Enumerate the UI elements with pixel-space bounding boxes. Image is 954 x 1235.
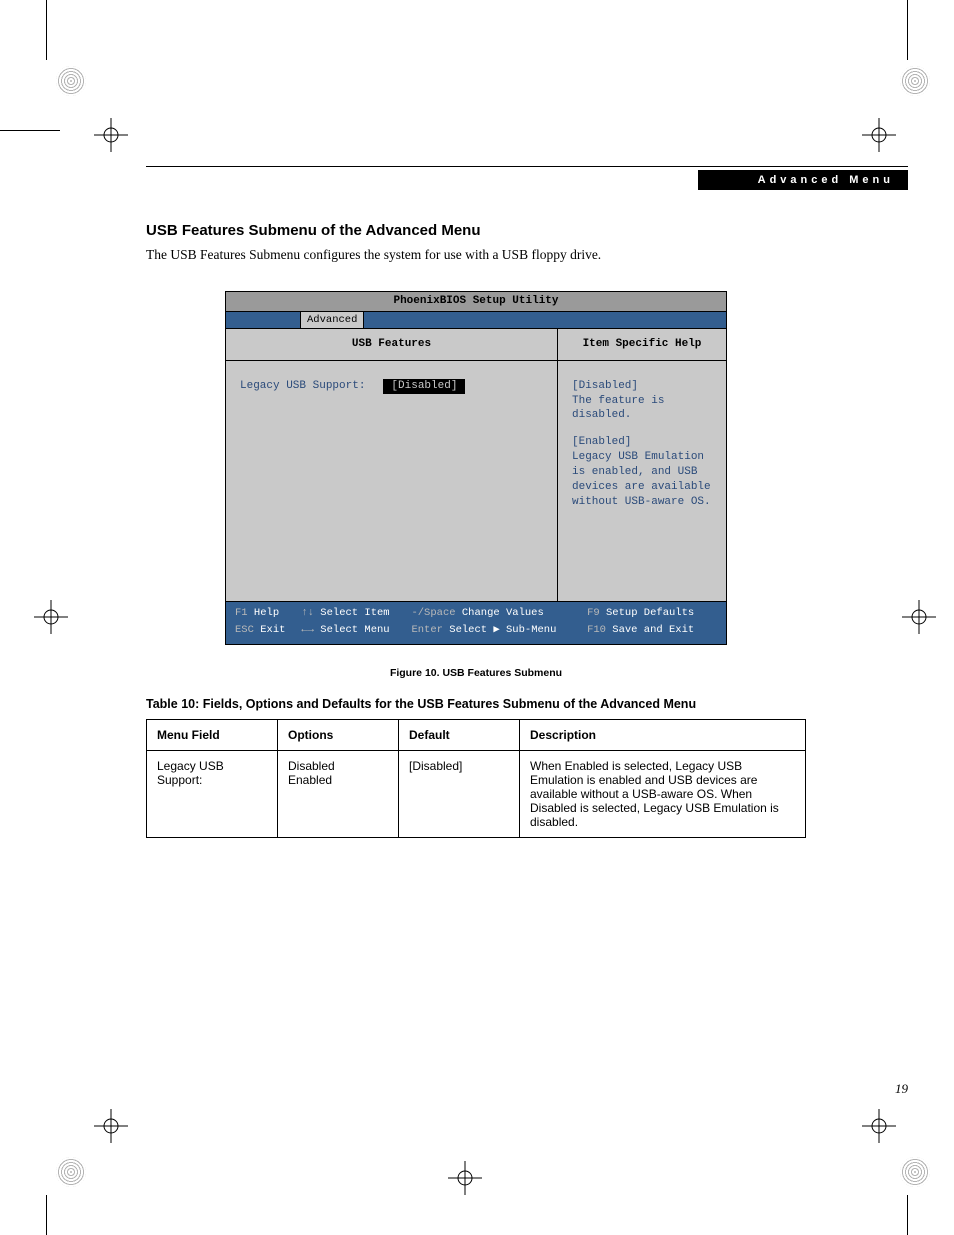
header-rule bbox=[146, 166, 908, 167]
help-line: The feature is disabled. bbox=[572, 394, 712, 424]
crosshair-icon bbox=[862, 1109, 896, 1143]
key-action: Select ▶ Sub-Menu bbox=[449, 624, 556, 636]
bios-right-header: Item Specific Help bbox=[558, 329, 726, 361]
key-action: Select Menu bbox=[320, 624, 389, 636]
bios-tab-bar: Advanced bbox=[226, 312, 726, 328]
crosshair-icon bbox=[902, 600, 936, 634]
key-hint: ESC bbox=[235, 624, 254, 636]
header-bar: Advanced Menu bbox=[698, 170, 908, 190]
content: USB Features Submenu of the Advanced Men… bbox=[146, 222, 806, 838]
bios-field-value: [Disabled] bbox=[383, 379, 465, 394]
table-row: Legacy USB Support: Disabled Enabled [Di… bbox=[147, 751, 806, 838]
reg-rosette bbox=[56, 66, 86, 96]
key-action: Change Values bbox=[462, 607, 544, 619]
key-hint: ↑↓ bbox=[301, 607, 314, 619]
page: Advanced Menu USB Features Submenu of th… bbox=[0, 0, 954, 1235]
key-hint: -/Space bbox=[411, 607, 455, 619]
reg-rosette bbox=[56, 1157, 86, 1187]
help-line: [Enabled] bbox=[572, 435, 712, 450]
bios-right-col: Item Specific Help [Disabled] The featur… bbox=[558, 329, 726, 601]
key-action: Setup Defaults bbox=[606, 607, 694, 619]
cell-options: Disabled Enabled bbox=[278, 751, 399, 838]
crop-hairline bbox=[0, 130, 60, 131]
crop-hairline bbox=[46, 0, 47, 60]
reg-rosette bbox=[900, 66, 930, 96]
col-options: Options bbox=[278, 720, 399, 751]
figure-caption: Figure 10. USB Features Submenu bbox=[146, 667, 806, 679]
crosshair-icon bbox=[34, 600, 68, 634]
crosshair-icon bbox=[448, 1161, 482, 1195]
key-hint: F10 bbox=[587, 624, 606, 636]
key-action: Help bbox=[254, 607, 279, 619]
key-action: Save and Exit bbox=[612, 624, 694, 636]
bios-left-pane: Legacy USB Support: [Disabled] bbox=[226, 361, 557, 601]
col-default: Default bbox=[399, 720, 520, 751]
reg-rosette bbox=[900, 1157, 930, 1187]
key-action: Exit bbox=[260, 624, 285, 636]
help-line: without USB-aware OS. bbox=[572, 495, 712, 510]
section-title: USB Features Submenu of the Advanced Men… bbox=[146, 222, 806, 239]
cell-menu-field: Legacy USB Support: bbox=[147, 751, 278, 838]
option-item: Disabled bbox=[288, 759, 388, 773]
key-action: Select Item bbox=[320, 607, 389, 619]
page-number: 19 bbox=[895, 1081, 908, 1097]
help-line: is enabled, and USB bbox=[572, 465, 712, 480]
bios-footer: F1 Help ↑↓ Select Item -/Space Change Va… bbox=[226, 601, 726, 644]
table-header-row: Menu Field Options Default Description bbox=[147, 720, 806, 751]
col-menu-field: Menu Field bbox=[147, 720, 278, 751]
cell-default: [Disabled] bbox=[399, 751, 520, 838]
option-item: Enabled bbox=[288, 773, 388, 787]
crosshair-icon bbox=[94, 118, 128, 152]
bios-screenshot: PhoenixBIOS Setup Utility Advanced USB F… bbox=[225, 291, 727, 645]
crosshair-icon bbox=[862, 118, 896, 152]
header-label: Advanced Menu bbox=[758, 174, 894, 186]
help-line: devices are available bbox=[572, 480, 712, 495]
key-hint: F1 bbox=[235, 607, 248, 619]
help-line: [Disabled] bbox=[572, 379, 712, 394]
key-hint: Enter bbox=[411, 624, 443, 636]
section-intro: The USB Features Submenu configures the … bbox=[146, 247, 806, 263]
crop-hairline bbox=[46, 1195, 47, 1235]
bios-footer-grid: F1 Help ↑↓ Select Item -/Space Change Va… bbox=[234, 605, 718, 639]
cell-description: When Enabled is selected, Legacy USB Emu… bbox=[520, 751, 806, 838]
col-description: Description bbox=[520, 720, 806, 751]
bios-help-pane: [Disabled] The feature is disabled. [Ena… bbox=[558, 361, 726, 601]
bios-left-header: USB Features bbox=[226, 329, 557, 361]
key-hint: F9 bbox=[587, 607, 600, 619]
bios-active-tab: Advanced bbox=[300, 311, 364, 329]
spacer bbox=[572, 423, 712, 435]
crop-hairline bbox=[907, 0, 908, 60]
bios-field-row: Legacy USB Support: [Disabled] bbox=[240, 379, 543, 394]
options-table: Menu Field Options Default Description L… bbox=[146, 719, 806, 838]
bios-field-label: Legacy USB Support: bbox=[240, 379, 365, 394]
bios-title: PhoenixBIOS Setup Utility bbox=[226, 292, 726, 312]
table-caption: Table 10: Fields, Options and Defaults f… bbox=[146, 697, 806, 711]
bios-left-col: USB Features Legacy USB Support: [Disabl… bbox=[226, 329, 558, 601]
bios-body: USB Features Legacy USB Support: [Disabl… bbox=[226, 328, 726, 601]
key-hint: ←→ bbox=[301, 624, 314, 636]
help-line: Legacy USB Emulation bbox=[572, 450, 712, 465]
crop-hairline bbox=[907, 1195, 908, 1235]
crosshair-icon bbox=[94, 1109, 128, 1143]
